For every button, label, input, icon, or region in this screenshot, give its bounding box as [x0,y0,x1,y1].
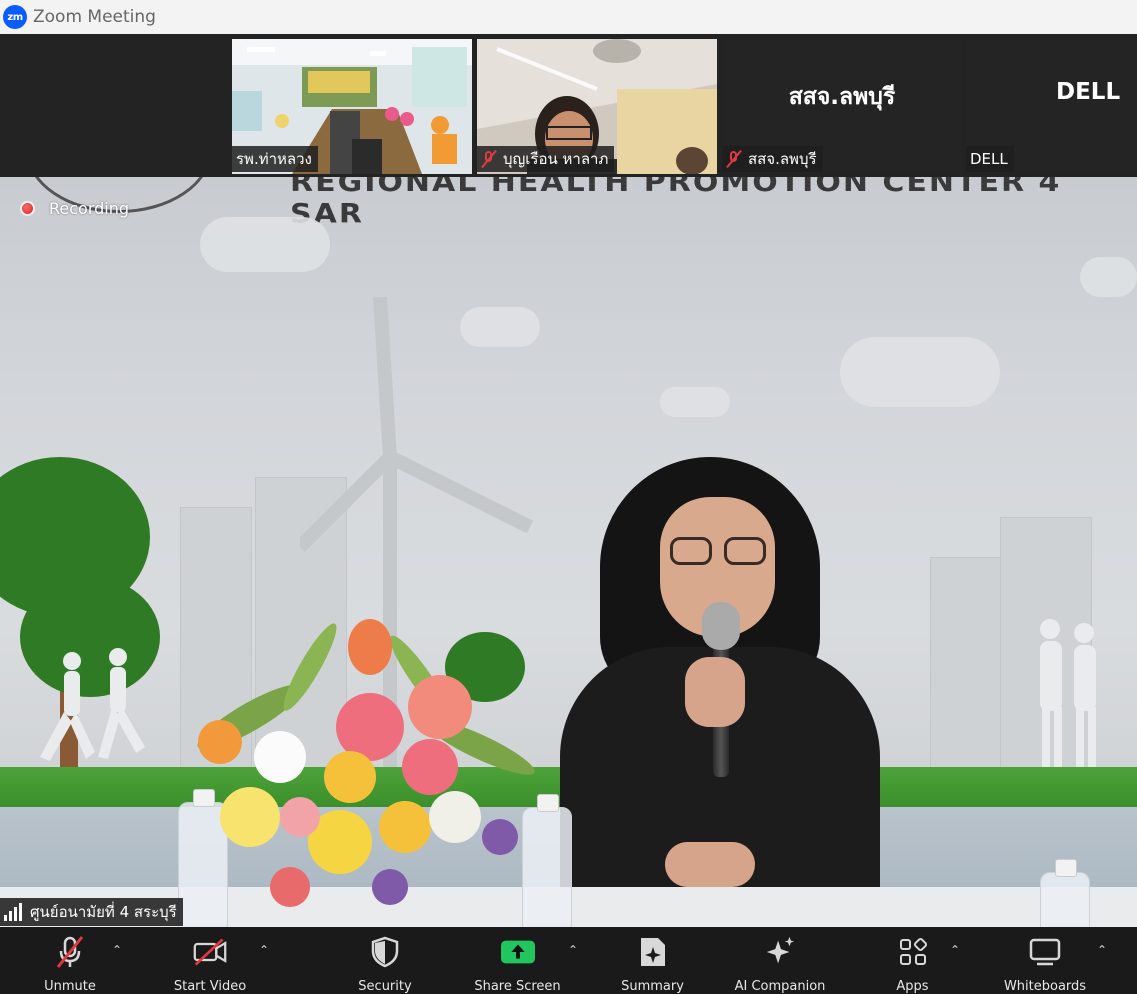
summary-icon [636,935,670,969]
whiteboard-icon [1028,935,1062,969]
couple-graphic [1040,619,1096,767]
recording-label: Recording [49,199,130,218]
participant-nameplate: สสจ.ลพบุรี [722,146,823,172]
participant-name: สสจ.ลพบุรี [748,150,817,168]
zoom-logo-icon: zm [3,5,27,29]
sparkle-icon [763,935,797,969]
recording-dot-icon [20,201,35,216]
participant-name: รพ.ท่าหลวง [236,150,312,168]
video-options-chevron-icon[interactable]: ⌃ [257,943,271,957]
participant-tile[interactable]: DELL DELL [966,39,1137,174]
runners-graphic [40,648,145,761]
ai-companion-button[interactable]: AI Companion [720,927,840,994]
participant-nameplate: DELL [966,146,1014,172]
share-screen-icon [500,935,535,969]
signal-strength-icon [4,903,24,921]
start-video-button[interactable]: Start Video [160,927,260,994]
participant-nameplate: บุญเรือน หาลาภ [477,146,615,172]
flower-arrangement [197,619,535,907]
title-bar: zm Zoom Meeting [0,0,1137,34]
speaker-name: ศูนย์อนามัยที่ 4 สระบุรี [30,903,177,921]
microphone-muted-icon [726,149,742,169]
share-screen-button[interactable]: Share Screen [470,927,565,994]
backdrop-banner: REGIONAL HEALTH PROMOTION CENTER 4 SAR [290,177,1062,230]
security-button[interactable]: Security [340,927,430,994]
microphone-muted-icon [53,935,87,969]
speaker-nameplate: ศูนย์อนามัยที่ 4 สระบุรี [0,898,183,926]
participant-tile[interactable]: สสจ.ลพบุรี สสจ.ลพบุรี [722,39,962,174]
glasses [668,537,770,567]
participant-display-name: สสจ.ลพบุรี [788,84,896,110]
recording-indicator[interactable]: Recording [20,199,129,218]
participant-tile[interactable]: รพ.ท่าหลวง [232,39,472,174]
unmute-button[interactable]: Unmute [25,927,115,994]
water-bottle [1040,859,1090,927]
microphone-muted-icon [481,149,497,169]
participant-name: DELL [970,150,1008,168]
participant-name: บุญเรือน หาลาภ [503,150,609,168]
window-title: Zoom Meeting [33,7,156,27]
apps-options-chevron-icon[interactable]: ⌃ [948,943,962,957]
participant-nameplate: รพ.ท่าหลวง [232,146,318,172]
share-options-chevron-icon[interactable]: ⌃ [566,943,580,957]
apps-button[interactable]: Apps [870,927,955,994]
summary-button[interactable]: Summary [605,927,700,994]
apps-icon [896,935,930,969]
whiteboards-button[interactable]: Whiteboards [995,927,1095,994]
shield-icon [368,935,402,969]
meeting-toolbar: Unmute ⌃ Start Video ⌃ Security Share Sc… [0,927,1137,994]
participant-tile[interactable]: บุญเรือน หาลาภ [477,39,717,174]
participant-strip: รพ.ท่าหลวง บุญเรือน หาลาภ สสจ.ลพบุรี สสจ… [0,34,1137,177]
audio-options-chevron-icon[interactable]: ⌃ [110,943,124,957]
whiteboards-options-chevron-icon[interactable]: ⌃ [1095,943,1109,957]
video-off-icon [193,935,227,969]
main-video[interactable]: REGIONAL HEALTH PROMOTION CENTER 4 SAR [0,177,1137,927]
